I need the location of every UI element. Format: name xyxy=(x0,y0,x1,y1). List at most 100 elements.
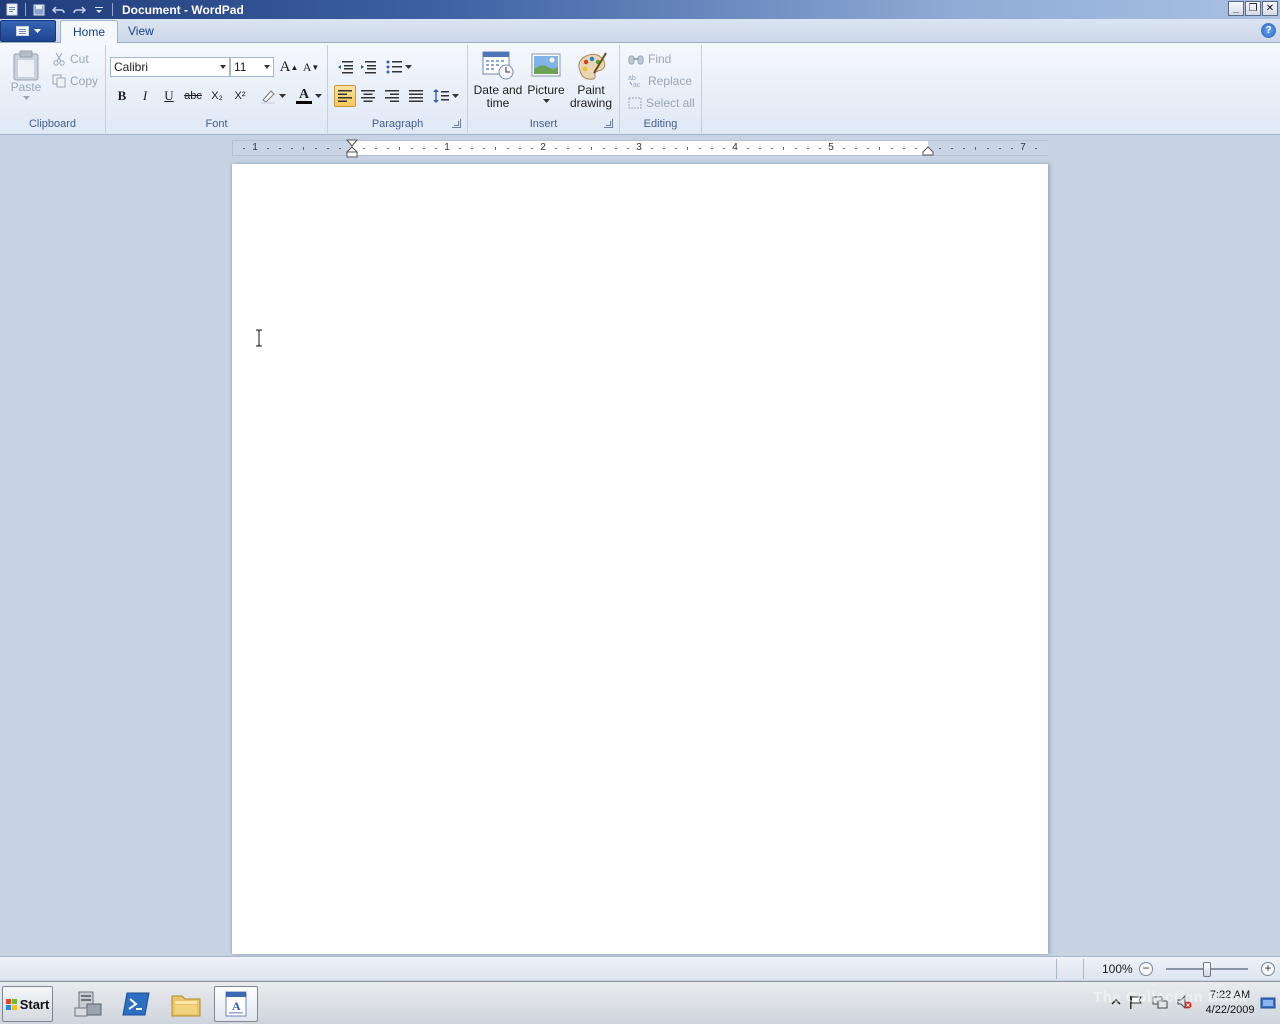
ruler-tick xyxy=(495,147,496,150)
justify-icon xyxy=(409,90,423,102)
clipboard-group-label: Clipboard xyxy=(28,118,77,130)
highlight-color-button[interactable] xyxy=(256,85,290,107)
ruler-tick xyxy=(387,148,389,149)
tab-home[interactable]: Home xyxy=(60,20,119,44)
align-center-button[interactable] xyxy=(357,85,379,107)
svg-text:ab: ab xyxy=(628,75,636,82)
editing-group: Find ab ac Replace Select all Editing xyxy=(620,45,702,133)
subscript-button[interactable]: X₂ xyxy=(206,85,228,107)
scissors-icon xyxy=(53,52,65,66)
justify-button[interactable] xyxy=(405,85,427,107)
undo-icon[interactable] xyxy=(49,1,69,18)
font-size-select[interactable]: 11 xyxy=(230,57,274,77)
wordpad-taskbar-icon[interactable]: A xyxy=(214,986,258,1022)
strikethrough-button[interactable]: abc xyxy=(182,85,204,107)
tab-view[interactable]: View xyxy=(116,20,166,44)
line-spacing-button[interactable] xyxy=(430,85,462,107)
ruler-tick xyxy=(615,148,617,149)
ruler-tick xyxy=(891,148,893,149)
select-all-button[interactable]: Select all xyxy=(628,93,695,113)
ruler-tick xyxy=(771,148,773,149)
select-all-icon xyxy=(628,97,642,109)
chevron-down-icon xyxy=(542,99,550,103)
right-indent-marker-icon[interactable] xyxy=(922,146,934,156)
window-controls: _ ❐ ✕ xyxy=(1228,1,1278,16)
paste-label: Paste xyxy=(10,80,42,94)
italic-button[interactable]: I xyxy=(134,85,156,107)
ruler-tick xyxy=(315,148,317,149)
select-all-label: Select all xyxy=(646,96,695,110)
ruler-label: 5 xyxy=(828,142,834,153)
minimize-button[interactable]: _ xyxy=(1228,1,1244,16)
ruler-tick xyxy=(339,148,341,149)
grow-font-button[interactable]: A ▲ xyxy=(278,56,300,78)
date-time-button[interactable]: Date and time xyxy=(472,49,524,110)
font-family-select[interactable]: Calibri xyxy=(110,57,230,77)
ruler-label: 7 xyxy=(1020,142,1026,153)
application-menu-button[interactable] xyxy=(0,20,56,42)
chevron-down-icon xyxy=(405,65,412,69)
align-left-button[interactable] xyxy=(334,85,356,107)
paragraph-group-label: Paragraph xyxy=(371,118,424,130)
document-page[interactable] xyxy=(232,164,1048,954)
insert-dialog-launcher[interactable] xyxy=(604,119,613,128)
show-desktop-icon[interactable] xyxy=(1260,995,1276,1011)
paragraph-dialog-launcher[interactable] xyxy=(452,119,461,128)
copy-button[interactable]: Copy xyxy=(52,71,98,91)
zoom-in-button[interactable]: + xyxy=(1261,962,1275,976)
find-button[interactable]: Find xyxy=(628,49,671,69)
bullet-list-button[interactable] xyxy=(383,56,415,78)
ruler-label: 2 xyxy=(540,142,546,153)
ruler-tick xyxy=(591,147,592,150)
zoom-out-button[interactable]: − xyxy=(1139,962,1153,976)
ruler-tick xyxy=(663,148,665,149)
server-manager-icon[interactable] xyxy=(66,986,110,1022)
font-color-bar xyxy=(296,100,312,104)
wordpad-app-icon[interactable] xyxy=(2,1,22,18)
window-title: Document - WordPad xyxy=(122,2,244,17)
chevron-down-icon xyxy=(279,94,286,98)
horizontal-ruler[interactable]: 1 1 2 3 4 5 7 xyxy=(232,139,1048,159)
cut-button[interactable]: Cut xyxy=(52,49,89,69)
help-icon[interactable]: ? xyxy=(1261,23,1276,38)
save-icon[interactable] xyxy=(29,1,49,18)
ruler-tick xyxy=(951,148,953,149)
ruler-tick xyxy=(939,148,941,149)
paint-drawing-button[interactable]: Paint drawing xyxy=(568,49,614,110)
font-color-button[interactable]: A xyxy=(294,85,324,107)
powershell-icon[interactable] xyxy=(114,986,158,1022)
customize-qat-icon[interactable] xyxy=(89,1,109,18)
picture-button[interactable]: Picture xyxy=(526,49,566,103)
zoom-slider-thumb[interactable] xyxy=(1203,962,1211,977)
start-button[interactable]: Start xyxy=(2,986,53,1022)
ruler-tick xyxy=(987,148,989,149)
redo-icon[interactable] xyxy=(69,1,89,18)
replace-button[interactable]: ab ac Replace xyxy=(628,71,692,91)
picture-icon xyxy=(531,53,561,77)
restore-button[interactable]: ❐ xyxy=(1245,1,1261,16)
decrease-indent-button[interactable] xyxy=(334,56,356,78)
indent-marker-icon[interactable] xyxy=(346,139,358,159)
watermark: The Collection Book xyxy=(1093,989,1248,1006)
date-time-label: Date and time xyxy=(473,83,523,110)
align-center-icon xyxy=(361,90,375,102)
shrink-font-button[interactable]: A ▼ xyxy=(300,56,322,78)
ruler-tick xyxy=(855,148,857,149)
svg-text:ac: ac xyxy=(633,82,641,88)
ruler-tick xyxy=(603,148,605,149)
ruler-tick xyxy=(471,148,473,149)
align-right-button[interactable] xyxy=(381,85,403,107)
ruler-tick xyxy=(459,148,461,149)
ruler-tick xyxy=(711,148,713,149)
superscript-button[interactable]: X² xyxy=(229,85,251,107)
increase-indent-button[interactable] xyxy=(357,56,379,78)
ruler-tick xyxy=(267,148,269,149)
bold-button[interactable]: B xyxy=(111,85,133,107)
file-explorer-icon[interactable] xyxy=(164,986,208,1022)
taskbar: Start A 7:22 AM 4/22/2009 xyxy=(0,981,1280,1024)
underline-button[interactable]: U xyxy=(158,85,180,107)
paste-button[interactable]: Paste xyxy=(8,49,44,100)
close-button[interactable]: ✕ xyxy=(1262,1,1278,16)
ruler-tick xyxy=(627,148,629,149)
align-left-icon xyxy=(338,90,352,102)
